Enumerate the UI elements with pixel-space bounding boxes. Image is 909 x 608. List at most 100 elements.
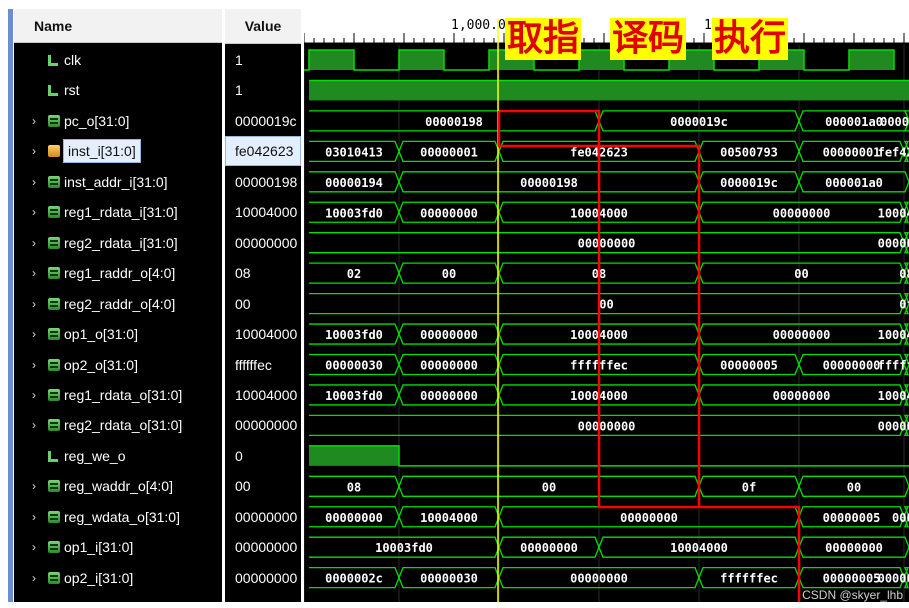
chevron-right-icon[interactable]: › [32, 106, 42, 136]
signal-value[interactable]: 10004000 [225, 319, 301, 349]
signal-value[interactable]: 00000198 [225, 167, 301, 197]
value-column-header[interactable]: Value [225, 9, 301, 44]
bit-signal-icon [48, 450, 58, 462]
chevron-right-icon[interactable]: › [32, 228, 42, 258]
signal-row[interactable]: › inst_addr_i[31:0] [14, 167, 222, 197]
chevron-right-icon[interactable]: › [32, 350, 42, 380]
signal-row[interactable]: › op2_i[31:0] [14, 563, 222, 593]
signal-value[interactable]: 1 [225, 75, 301, 105]
signal-name: op1_o[31:0] [64, 326, 138, 343]
signal-value[interactable]: 0 [225, 441, 301, 471]
signal-name: op1_i[31:0] [64, 539, 134, 556]
signal-value[interactable]: 10004000 [225, 380, 301, 410]
bus-signal-icon [48, 510, 60, 523]
signal-value[interactable]: 00000000 [225, 502, 301, 532]
bus-value: 10003fd0 [325, 328, 383, 342]
bus-value: 00000000 [878, 572, 909, 586]
signal-name: clk [64, 52, 82, 68]
name-column-header[interactable]: Name [14, 9, 222, 43]
chevron-right-icon[interactable]: › [32, 532, 42, 562]
signal-value[interactable]: 00000000 [225, 228, 301, 258]
chevron-right-icon[interactable]: › [32, 471, 42, 501]
signal-value[interactable]: ffffffec [225, 350, 301, 380]
bus-value: 00000005 [878, 419, 909, 433]
signal-value[interactable]: 00 [225, 289, 301, 319]
rst-high [309, 80, 909, 101]
chevron-right-icon[interactable]: › [32, 289, 42, 319]
bus-value: 08 [899, 267, 909, 281]
signal-value[interactable]: 1 [225, 45, 301, 75]
chevron-right-icon[interactable]: › [32, 197, 42, 227]
bus-signal-icon [48, 328, 60, 341]
signal-row[interactable]: › reg2_rdata_o[31:0] [14, 410, 222, 440]
bus-value: 00000000 [520, 541, 578, 555]
chevron-right-icon[interactable]: › [32, 258, 42, 288]
bus-value: 10004000 [878, 328, 909, 342]
chevron-right-icon[interactable]: › [32, 563, 42, 593]
annotation-execute: 执行 [712, 18, 789, 60]
bit-signal-icon [48, 85, 58, 97]
signal-row[interactable]: › reg1_rdata_o[31:0] [14, 380, 222, 410]
signal-name: reg1_raddr_o[4:0] [64, 265, 176, 282]
bus-value: 00000030 [325, 359, 383, 373]
signal-name: reg2_rdata_i[31:0] [64, 234, 178, 251]
bus-value: 000001a0 [825, 176, 883, 190]
bus-value: 00000000 [823, 359, 881, 373]
chevron-right-icon[interactable]: › [32, 167, 42, 197]
signal-value[interactable]: 00000000 [225, 532, 301, 562]
bus-value: fef42423 [878, 145, 909, 159]
signal-name: reg_waddr_o[4:0] [64, 478, 173, 495]
chevron-right-icon[interactable]: › [32, 502, 42, 532]
signal-value[interactable]: 10004000 [225, 197, 301, 227]
bus-value: 10004000 [420, 511, 478, 525]
bus-value: 00000000 [420, 328, 478, 342]
signal-row[interactable]: › pc_o[31:0] [14, 106, 222, 136]
signal-value[interactable]: 0000019c [225, 106, 301, 136]
signal-row[interactable]: rst [14, 75, 222, 105]
signal-name: rst [64, 82, 80, 99]
chevron-right-icon[interactable]: › [32, 136, 42, 166]
annotation-fetch: 取指 [505, 18, 582, 60]
bus-value: 00000000 [420, 359, 478, 373]
signal-value[interactable]: 00 [225, 471, 301, 501]
chevron-right-icon[interactable]: › [32, 319, 42, 349]
bus-value: 00000000 [578, 419, 636, 433]
signal-value[interactable]: 00000000 [225, 410, 301, 440]
bus-value: 00000000 [578, 237, 636, 251]
annotation-decode: 译码 [610, 18, 687, 60]
bus-value: 10004000 [878, 389, 909, 403]
signal-value[interactable]: fe042623 [225, 136, 301, 167]
signal-row[interactable]: › reg_waddr_o[4:0] [14, 471, 222, 501]
bus-value: 02 [347, 267, 361, 281]
bus-signal-icon [48, 206, 60, 219]
chevron-right-icon[interactable]: › [32, 380, 42, 410]
bus-value: 00500793 [720, 145, 778, 159]
signal-row[interactable]: clk [14, 45, 222, 75]
signal-name: op2_i[31:0] [64, 569, 134, 586]
bus-value: 00 [542, 480, 556, 494]
bus-value: 03010413 [325, 145, 383, 159]
bus-value: 00000005 [720, 359, 778, 373]
signal-row[interactable]: › reg1_raddr_o[4:0] [14, 258, 222, 288]
signal-value-panel: Value 1 1 0000019c fe042623 00000198 10004000… [225, 9, 301, 602]
waveform-viewer[interactable]: 1,000.01,000001980000019c000001a0000001a… [304, 9, 909, 602]
signal-row[interactable]: › op1_o[31:0] [14, 319, 222, 349]
signal-name: reg_we_o [64, 447, 126, 464]
signal-row[interactable]: › reg2_rdata_i[31:0] [14, 228, 222, 258]
bus-value: 00000000 [570, 572, 628, 586]
signal-row[interactable]: › inst_i[31:0] [14, 136, 222, 166]
bus-signal-icon [48, 571, 60, 584]
bus-value: 00000000 [420, 206, 478, 220]
signal-value[interactable]: 00000000 [225, 563, 301, 593]
bus-value: 00000005 [823, 511, 881, 525]
signal-row[interactable]: › op1_i[31:0] [14, 532, 222, 562]
signal-row[interactable]: › op2_o[31:0] [14, 350, 222, 380]
bus-value: ffffffec [720, 572, 778, 586]
chevron-right-icon[interactable]: › [32, 410, 42, 440]
signal-row[interactable]: › reg_wdata_o[31:0] [14, 502, 222, 532]
signal-row[interactable]: › reg1_rdata_i[31:0] [14, 197, 222, 227]
signal-value[interactable]: 08 [225, 258, 301, 288]
bus-value: 0000019c [720, 176, 778, 190]
signal-row[interactable]: › reg2_raddr_o[4:0] [14, 289, 222, 319]
signal-row[interactable]: reg_we_o [14, 441, 222, 471]
